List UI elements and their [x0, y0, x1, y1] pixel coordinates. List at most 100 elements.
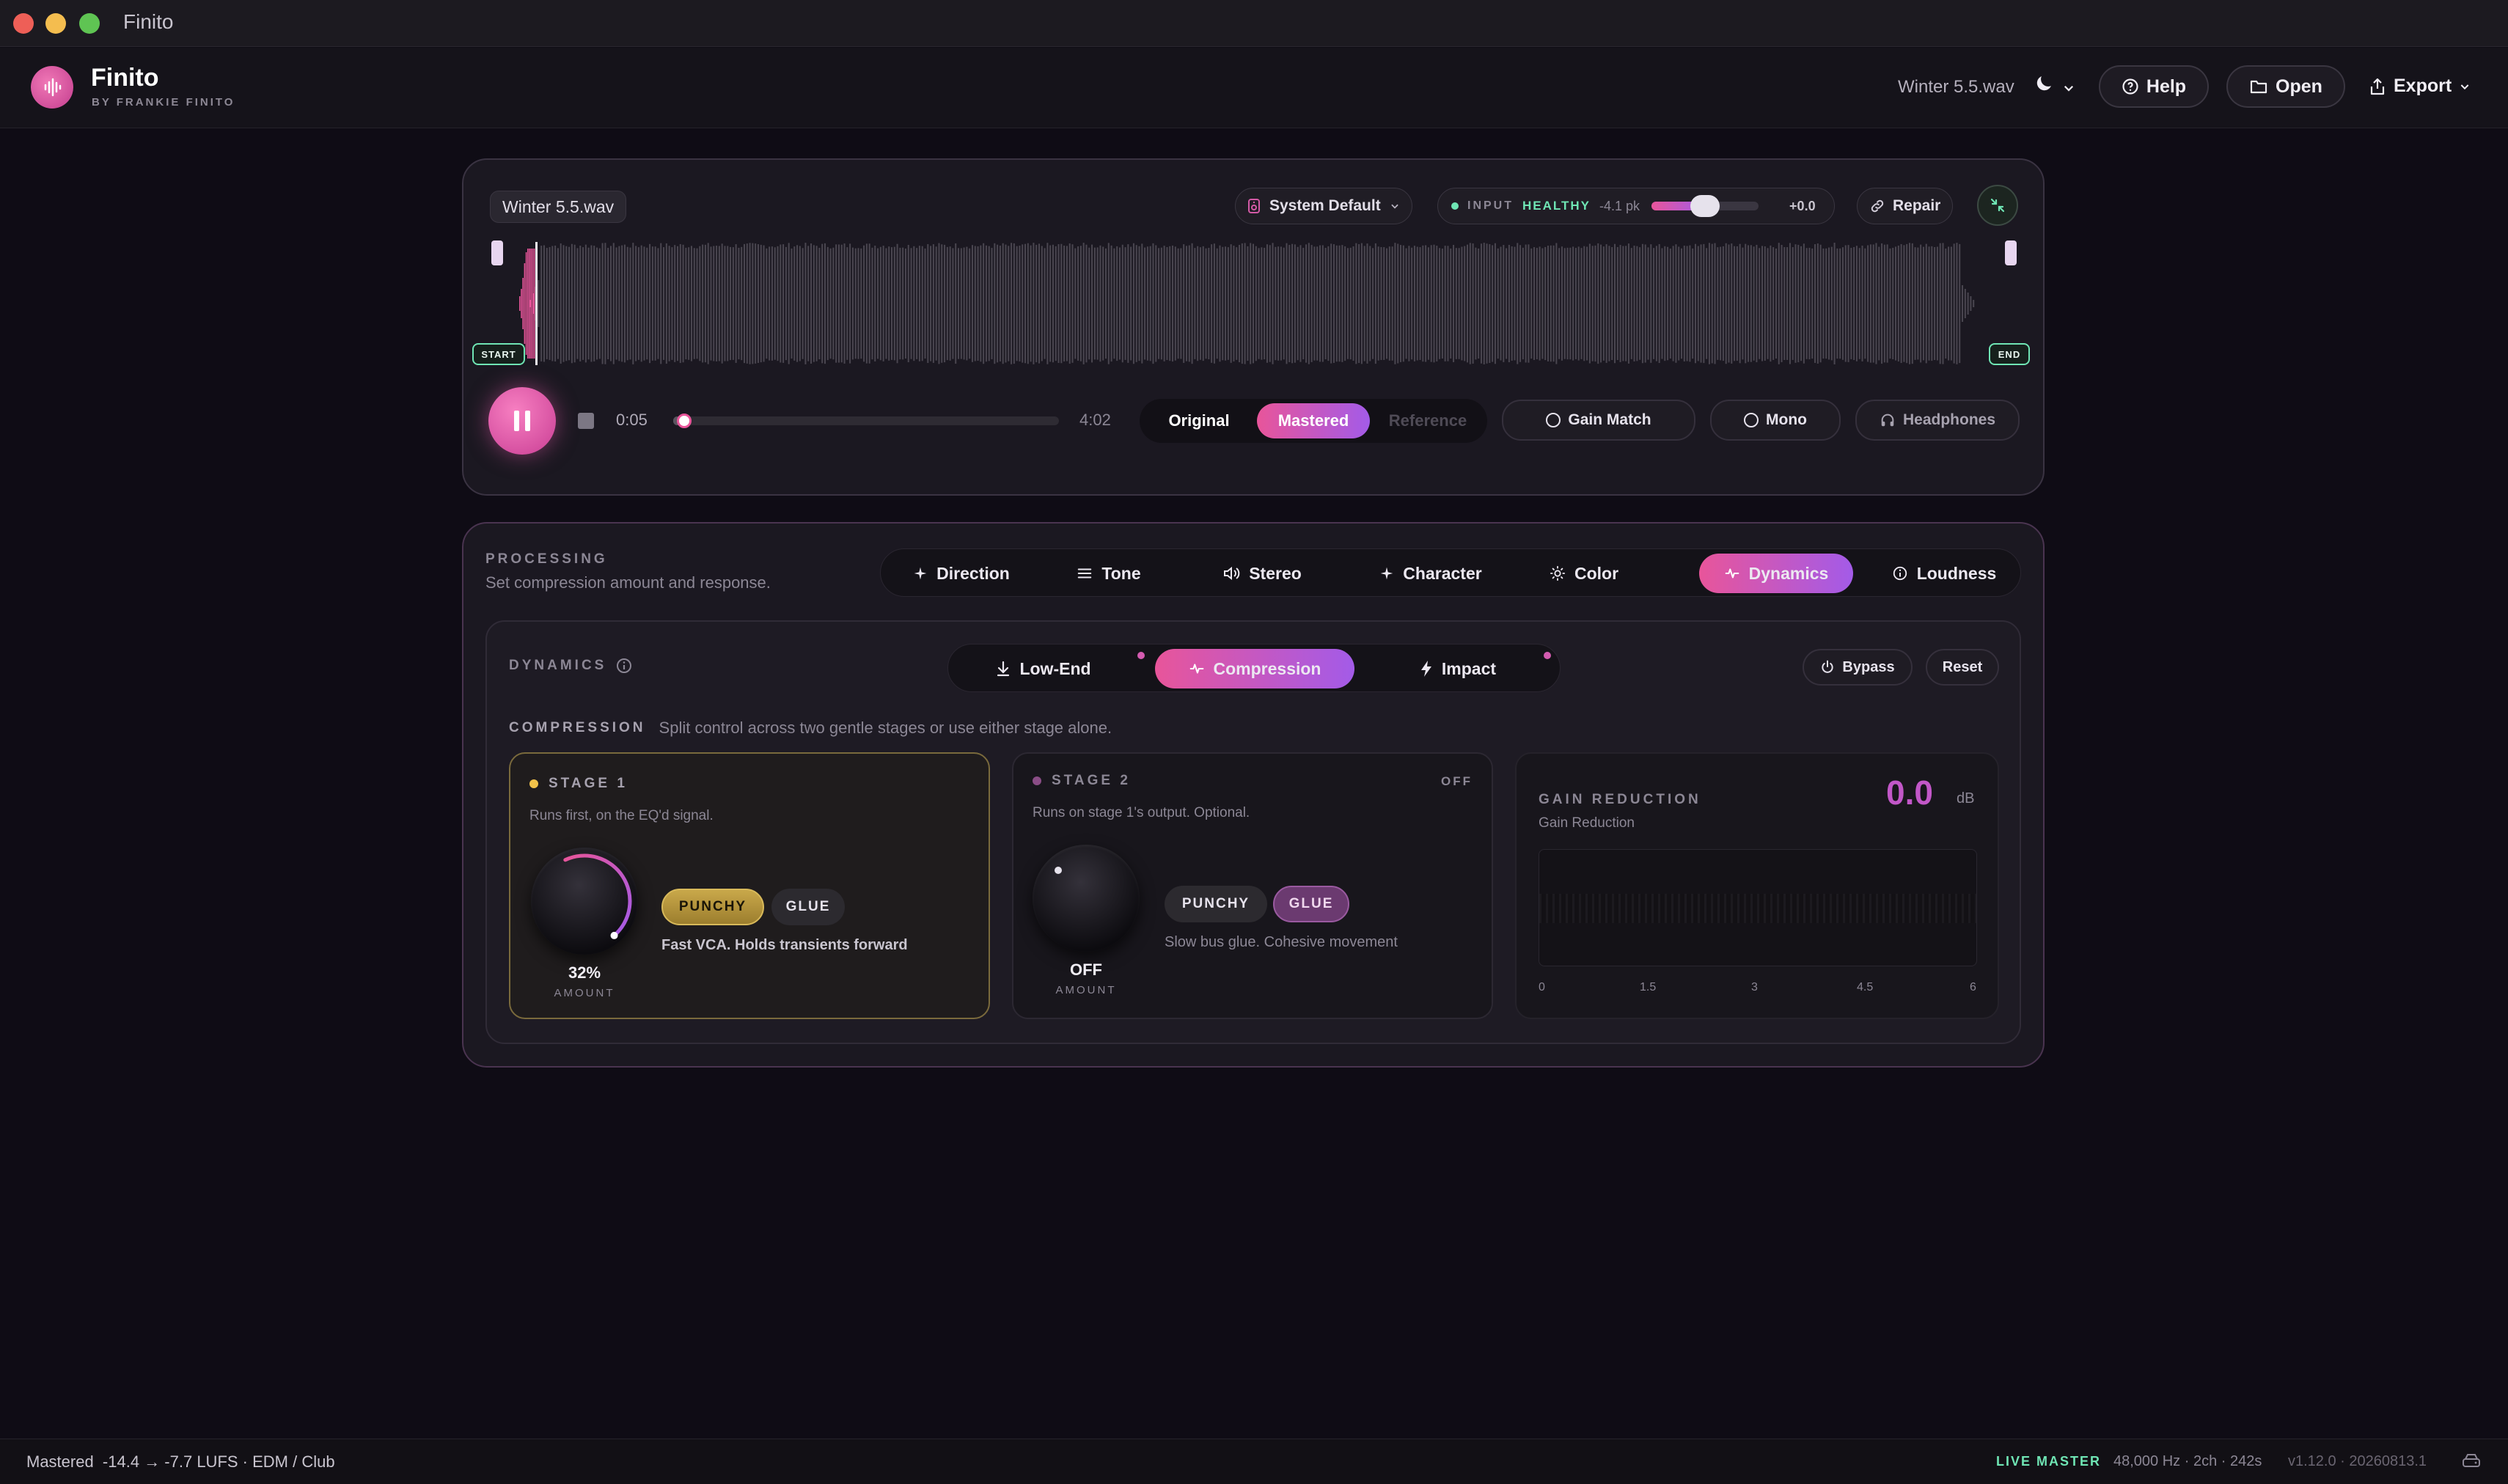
waveform-bar: [891, 247, 892, 360]
waveform-bar: [1024, 243, 1027, 364]
tab-direction[interactable]: Direction: [895, 554, 1027, 593]
subtab-compression[interactable]: Compression: [1155, 649, 1354, 688]
waveform-bar: [1241, 243, 1243, 364]
stage-2-knob-indicator: [1055, 867, 1062, 874]
tab-loudness[interactable]: Loudness: [1878, 554, 2010, 593]
input-label: INPUT: [1467, 199, 1514, 212]
waveform-bar: [810, 243, 813, 364]
repair-button[interactable]: Repair: [1857, 188, 1954, 224]
waveform-bar: [1447, 246, 1449, 361]
share-icon: [2370, 78, 2385, 95]
waveform-bar: [1683, 246, 1685, 361]
stage-2-status: OFF: [1441, 774, 1473, 788]
theme-toggle[interactable]: [2033, 73, 2075, 100]
waveform-bar: [1594, 245, 1596, 362]
subtab-impact[interactable]: Impact: [1388, 649, 1528, 688]
waveform-bar: [1739, 243, 1741, 364]
waveform-bar: [1942, 243, 1944, 364]
waveform-bar: [1016, 246, 1018, 361]
mode-original[interactable]: Original: [1144, 403, 1254, 438]
waveform-bar: [565, 246, 568, 361]
subtab-low-end[interactable]: Low-End: [978, 649, 1110, 688]
bypass-button[interactable]: Bypass: [1803, 649, 1913, 686]
pulse-icon: [1189, 664, 1203, 674]
pause-button[interactable]: [488, 387, 556, 455]
waveform-bar: [1956, 243, 1958, 364]
waveform-bar: [1222, 246, 1224, 361]
headphones-toggle[interactable]: Headphones: [1855, 400, 2020, 441]
mode-reference[interactable]: Reference: [1373, 403, 1483, 438]
input-gain-slider[interactable]: [1651, 195, 1759, 217]
waveform-bar: [1647, 247, 1649, 360]
export-button[interactable]: Export: [2369, 76, 2471, 97]
compression-description: Split control across two gentle stages o…: [659, 719, 1112, 737]
waveform-bar: [1360, 243, 1363, 364]
waveform-bar: [1550, 245, 1552, 362]
waveform-bar: [1469, 243, 1471, 364]
mono-toggle[interactable]: Mono: [1710, 400, 1841, 441]
help-button[interactable]: Help: [2099, 65, 2209, 108]
waveform-bar: [1973, 300, 1975, 307]
live-master-badge: LIVE MASTER: [1996, 1454, 2102, 1469]
tab-character[interactable]: Character: [1357, 554, 1504, 593]
waveform-bar: [1506, 248, 1508, 359]
stage-1-mode-glue[interactable]: GLUE: [771, 889, 845, 925]
waveform-bar: [615, 247, 617, 360]
waveform-bar: [1797, 244, 1800, 363]
zoom-window-button[interactable]: [79, 13, 100, 34]
waveform-bar: [766, 248, 768, 359]
tab-dynamics[interactable]: Dynamics: [1699, 554, 1853, 593]
waveform-bar: [1372, 248, 1374, 359]
start-handle[interactable]: [491, 240, 503, 265]
waveform-bar: [907, 245, 909, 362]
waveform-bar: [612, 243, 615, 364]
waveform-bar: [1633, 246, 1635, 361]
stage-2-header: STAGE 2: [1033, 773, 1131, 789]
tab-tone[interactable]: Tone: [1054, 554, 1164, 593]
waveform-bar: [1461, 246, 1463, 361]
mode-mastered[interactable]: Mastered: [1257, 403, 1370, 438]
waveform-bar: [1911, 243, 1913, 364]
info-icon[interactable]: [615, 657, 633, 675]
chevron-down-icon: [2460, 84, 2469, 89]
waveform-bar: [637, 247, 639, 360]
collapse-button[interactable]: [1977, 185, 2018, 226]
waveform-bar: [1661, 248, 1663, 359]
waveform-bar: [1399, 245, 1401, 362]
gain-reduction-meter: GAIN REDUCTION Gain Reduction 0.0 dB 0 1…: [1515, 752, 1999, 1019]
waveform-bar: [985, 245, 987, 362]
tab-color[interactable]: Color: [1529, 554, 1639, 593]
stage-2-mode-glue[interactable]: GLUE: [1273, 886, 1349, 922]
sparkle-icon: [1380, 567, 1393, 580]
waveform-bar: [1728, 244, 1730, 363]
waveform-bar: [1692, 248, 1694, 359]
drive-icon[interactable]: [2461, 1452, 2482, 1470]
seek-thumb[interactable]: [676, 414, 692, 428]
waveform-bar: [1650, 244, 1652, 363]
stage-1-amount-knob[interactable]: [531, 848, 638, 955]
waveform-display[interactable]: [510, 242, 2008, 365]
open-button[interactable]: Open: [2226, 65, 2345, 108]
waveform-bar: [1177, 248, 1179, 359]
processing-tabs: Direction Tone Stereo Character Color Dy…: [880, 548, 2021, 597]
waveform-played-bar: [525, 252, 527, 355]
input-gain-thumb[interactable]: [1690, 195, 1720, 217]
close-window-button[interactable]: [13, 13, 34, 34]
stage-2-amount-knob[interactable]: [1033, 845, 1140, 952]
waveform-bar: [1068, 243, 1071, 364]
waveform-bar: [1346, 248, 1349, 359]
stage-1-mode-punchy[interactable]: PUNCHY: [661, 889, 764, 925]
audio-format-info: 48,000 Hz · 2ch · 242s: [2113, 1453, 2262, 1469]
tab-stereo[interactable]: Stereo: [1203, 554, 1321, 593]
seek-bar[interactable]: [673, 414, 1059, 428]
waveform-bar: [593, 246, 595, 361]
waveform-bar: [1380, 247, 1382, 360]
reset-button[interactable]: Reset: [1926, 649, 1999, 686]
stage-2-mode-punchy[interactable]: PUNCHY: [1165, 886, 1267, 922]
stop-button[interactable]: [578, 413, 594, 429]
output-device-select[interactable]: System Default: [1235, 188, 1412, 224]
waveform-bar: [1149, 246, 1151, 361]
gain-match-toggle[interactable]: Gain Match: [1502, 400, 1695, 441]
minimize-window-button[interactable]: [45, 13, 66, 34]
waveform-bar: [579, 246, 582, 361]
